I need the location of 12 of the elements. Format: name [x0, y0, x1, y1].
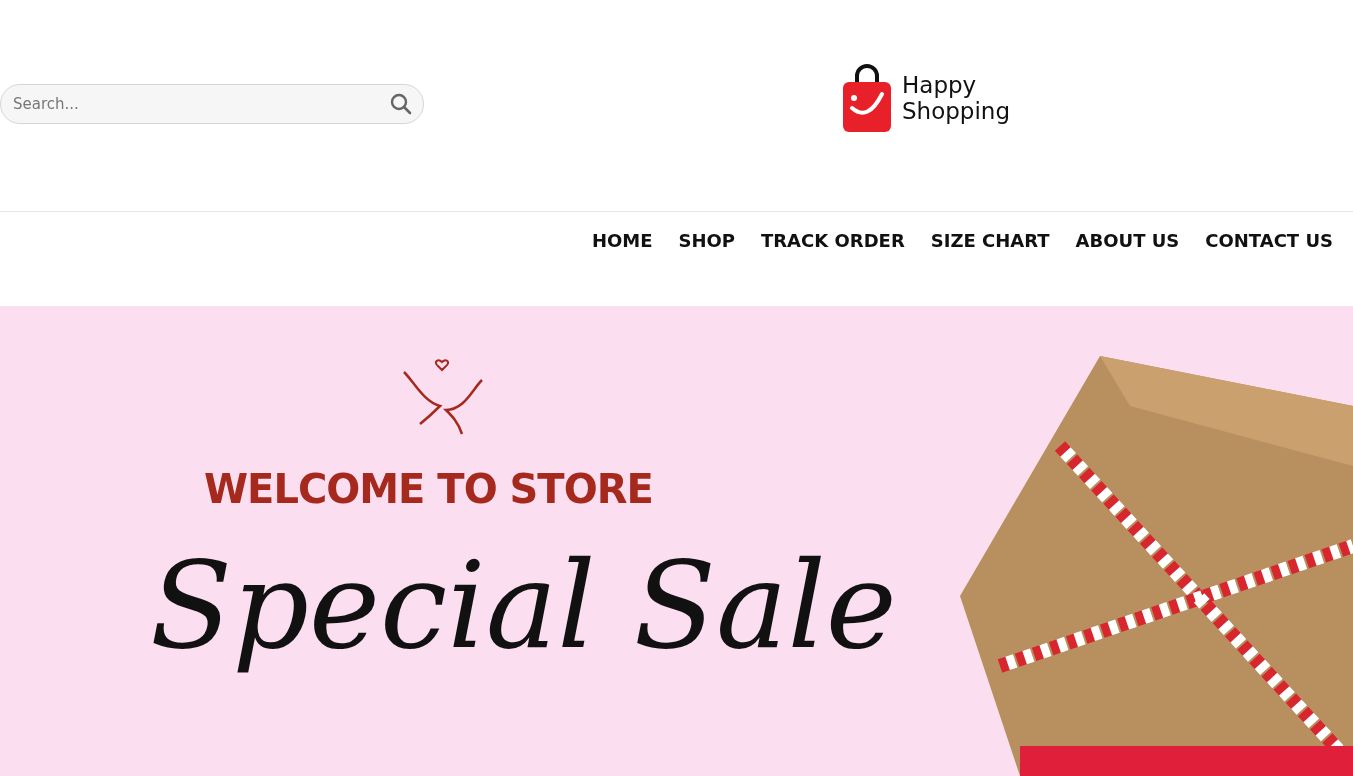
hero-kicker: WELCOME TO STORE [204, 466, 653, 512]
logo-text[interactable]: Happy Shopping [902, 72, 1010, 124]
nav-link[interactable]: SHOP [678, 228, 735, 253]
search-field[interactable]: Search... [0, 83, 424, 124]
nav-link[interactable]: ABOUT US [1075, 228, 1180, 253]
nav-link[interactable]: CONTACT US [1205, 228, 1333, 253]
hero-headline: Special Sale [150, 536, 897, 675]
nav-link[interactable]: HOME [591, 228, 653, 253]
search-icon[interactable] [390, 92, 412, 115]
nav-link[interactable]: SIZE CHART [930, 228, 1050, 253]
shopping-bag-icon [842, 64, 892, 132]
nav-link[interactable]: TRACK ORDER [761, 228, 905, 253]
